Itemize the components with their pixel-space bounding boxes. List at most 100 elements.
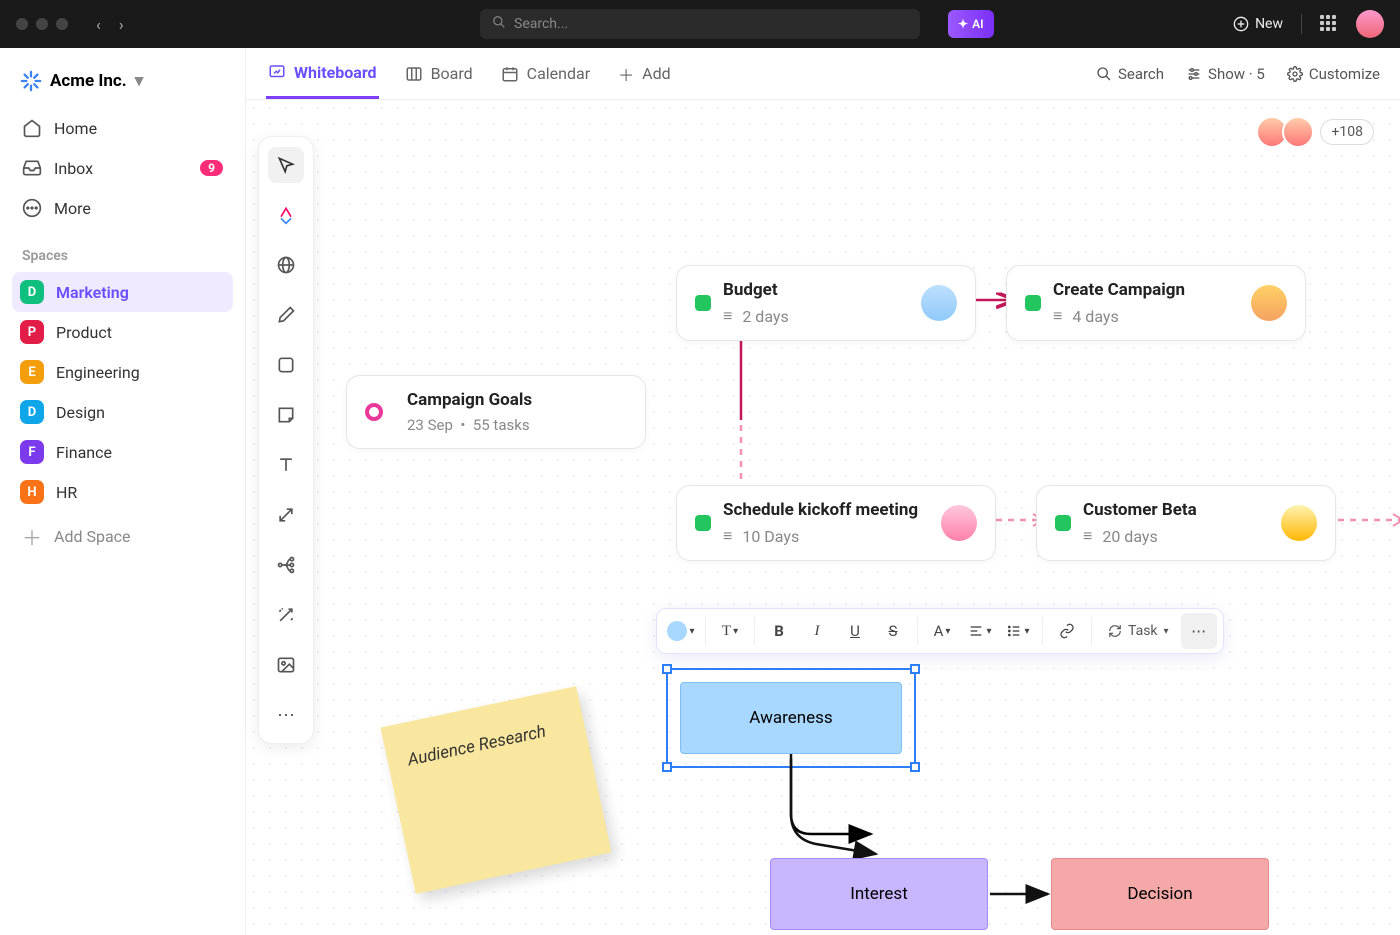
ai-button[interactable]: ✦ AI [948, 10, 994, 38]
assignee-avatar[interactable] [921, 285, 957, 321]
assignee-avatar[interactable] [1251, 285, 1287, 321]
description-icon: ≡ [723, 306, 732, 326]
tab-add-view[interactable]: ＋ Add [616, 48, 673, 100]
divider [754, 617, 755, 645]
link-button[interactable] [1049, 613, 1085, 649]
resize-handle[interactable] [662, 664, 672, 674]
space-product[interactable]: P Product [12, 312, 233, 352]
shape-awareness[interactable]: Awareness [680, 682, 902, 754]
bold-button[interactable]: B [761, 613, 797, 649]
tool-select[interactable] [268, 147, 304, 183]
status-icon [1025, 295, 1041, 311]
italic-button[interactable]: I [799, 613, 835, 649]
tool-pen[interactable] [268, 297, 304, 333]
titlebar: ‹ › Search... ✦ AI New [0, 0, 1400, 48]
plus-icon: ＋ [22, 522, 42, 551]
more-options-button[interactable]: ⋯ [1181, 613, 1217, 649]
underline-button[interactable]: U [837, 613, 873, 649]
history-nav: ‹ › [96, 15, 124, 34]
tool-more[interactable]: ⋯ [268, 697, 304, 733]
chevron-down-icon: ▾ [1164, 626, 1169, 637]
global-search[interactable]: Search... [480, 9, 920, 39]
assignee-avatar[interactable] [941, 505, 977, 541]
text-color-button[interactable]: A▾ [924, 613, 960, 649]
workspace-name: Acme Inc. [50, 71, 127, 91]
space-hr[interactable]: H HR [12, 472, 233, 512]
card-date: 23 Sep [407, 416, 453, 434]
search-icon [1096, 66, 1112, 82]
maximize-dot[interactable] [56, 18, 68, 30]
shape-decision[interactable]: Decision [1051, 858, 1269, 930]
card-customer-beta[interactable]: Customer Beta ≡20 days [1036, 485, 1336, 561]
tab-whiteboard[interactable]: Whiteboard [266, 49, 379, 99]
description-icon: ≡ [1053, 306, 1062, 326]
view-customize[interactable]: Customize [1287, 65, 1380, 83]
card-campaign-goals[interactable]: Campaign Goals 23 Sep • 55 tasks [346, 375, 646, 449]
nav-label: Inbox [54, 159, 93, 178]
workspace-switcher[interactable]: Acme Inc. ▾ [12, 60, 233, 108]
color-swatch-icon [667, 621, 687, 641]
tool-magic[interactable] [268, 597, 304, 633]
view-show[interactable]: Show · 5 [1186, 65, 1265, 83]
label: Show · 5 [1208, 65, 1265, 83]
minimize-dot[interactable] [36, 18, 48, 30]
spaces-heading: Spaces [12, 228, 233, 272]
tab-calendar[interactable]: Calendar [499, 50, 592, 97]
tab-board[interactable]: Board [403, 50, 475, 97]
view-search[interactable]: Search [1096, 65, 1164, 83]
forward-icon[interactable]: › [119, 15, 124, 34]
card-budget[interactable]: Budget ≡2 days [676, 265, 976, 341]
sticky-note[interactable]: Audience Research [381, 686, 612, 894]
nav-label: More [54, 199, 91, 218]
nav-inbox[interactable]: Inbox 9 [12, 148, 233, 188]
shape-label: Interest [850, 884, 908, 904]
user-avatar[interactable] [1356, 10, 1384, 38]
card-title: Customer Beta [1083, 500, 1197, 520]
board-icon [405, 65, 423, 83]
nav-more[interactable]: More [12, 188, 233, 228]
space-finance[interactable]: F Finance [12, 432, 233, 472]
font-size-button[interactable]: T▾ [712, 613, 748, 649]
add-space-button[interactable]: ＋ Add Space [12, 512, 233, 561]
tool-connector[interactable] [268, 497, 304, 533]
tool-ai[interactable] [268, 197, 304, 233]
space-design[interactable]: D Design [12, 392, 233, 432]
collaborator-stack[interactable]: +108 [1262, 116, 1374, 148]
resize-handle[interactable] [910, 762, 920, 772]
collaborator-overflow[interactable]: +108 [1320, 119, 1374, 145]
whiteboard-canvas[interactable]: +108 ⋯ [246, 100, 1400, 935]
nav-home[interactable]: Home [12, 108, 233, 148]
card-kickoff[interactable]: Schedule kickoff meeting ≡10 Days [676, 485, 996, 561]
label: Customize [1309, 65, 1380, 83]
strikethrough-button[interactable]: S [875, 613, 911, 649]
tool-shape[interactable] [268, 347, 304, 383]
convert-task-button[interactable]: Task ▾ [1098, 613, 1179, 649]
chevron-down-icon: ▾ [945, 626, 950, 637]
card-title: Campaign Goals [407, 390, 532, 410]
space-engineering[interactable]: E Engineering [12, 352, 233, 392]
tool-mindmap[interactable] [268, 547, 304, 583]
connector-down [786, 754, 916, 874]
status-icon [695, 295, 711, 311]
tool-sticky[interactable] [268, 397, 304, 433]
tool-image[interactable] [268, 647, 304, 683]
assignee-avatar[interactable] [1281, 505, 1317, 541]
close-dot[interactable] [16, 18, 28, 30]
card-create-campaign[interactable]: Create Campaign ≡4 days [1006, 265, 1306, 341]
fill-color-button[interactable]: ▾ [663, 613, 699, 649]
space-label: HR [56, 483, 77, 502]
align-button[interactable]: ▾ [962, 613, 998, 649]
resize-handle[interactable] [910, 664, 920, 674]
sticky-text: Audience Research [406, 722, 548, 771]
apps-icon[interactable] [1320, 15, 1338, 33]
resize-handle[interactable] [662, 762, 672, 772]
new-button[interactable]: New [1233, 16, 1283, 32]
tool-text[interactable] [268, 447, 304, 483]
shape-interest[interactable]: Interest [770, 858, 988, 930]
space-badge: P [20, 320, 44, 344]
tool-web[interactable] [268, 247, 304, 283]
list-button[interactable]: ▾ [1000, 613, 1036, 649]
space-badge: D [20, 400, 44, 424]
space-marketing[interactable]: D Marketing [12, 272, 233, 312]
back-icon[interactable]: ‹ [96, 15, 101, 34]
